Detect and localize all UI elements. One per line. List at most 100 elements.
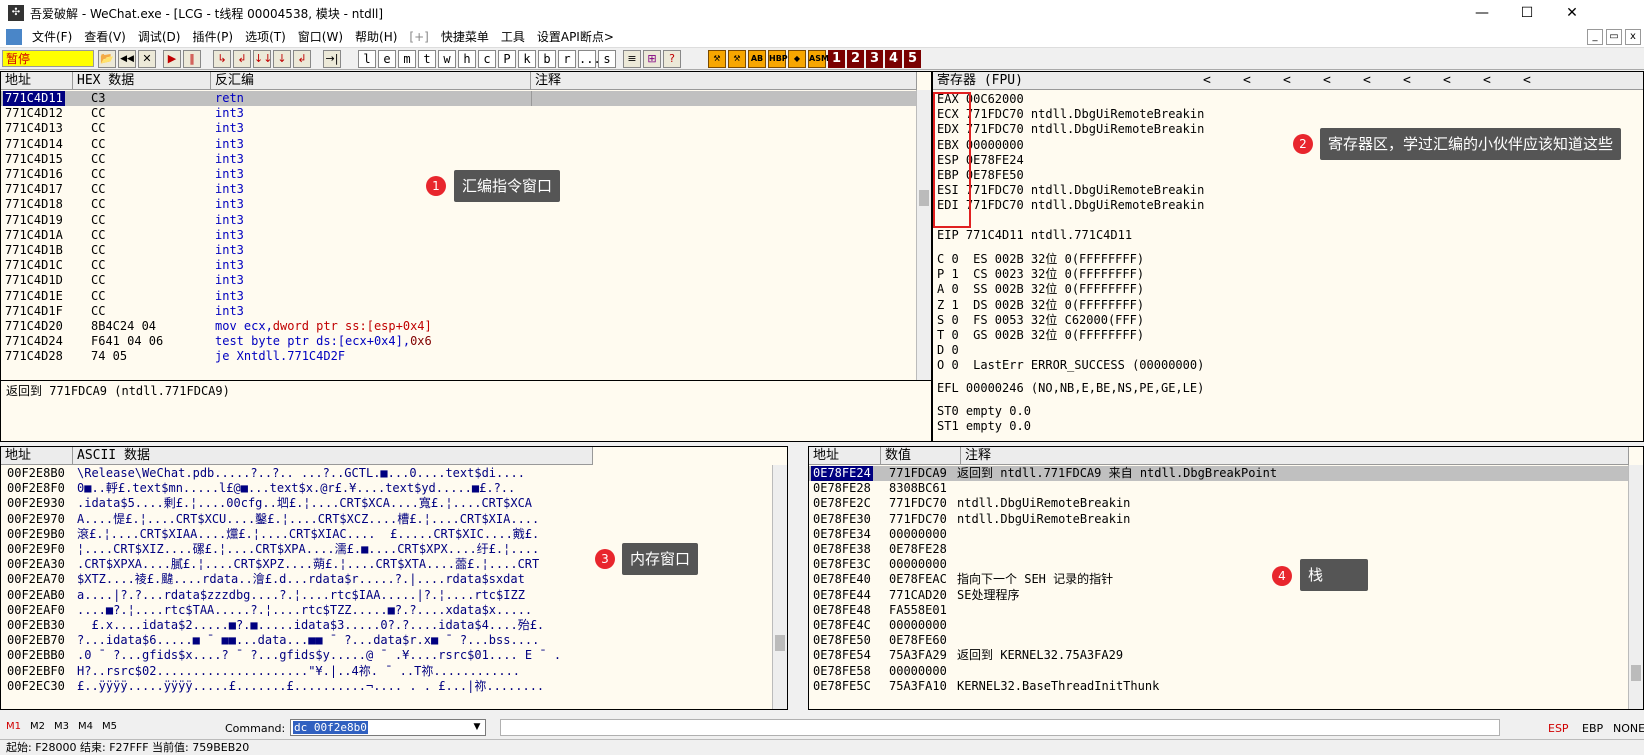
dump-row[interactable]: 00F2EAB0 a....|?.?...rdata$zzzdbg....?.¦.… xyxy=(1,588,775,603)
menu-tools[interactable]: 工具 xyxy=(495,28,531,45)
plugin-tool-icon-2[interactable]: ⚒ xyxy=(728,50,746,68)
dump-row[interactable]: 00F2EBB0 .0 ¯ ?...gfids$x....? ¯ ?...gfid… xyxy=(1,648,775,663)
options-list-icon[interactable]: ≡ xyxy=(623,50,641,68)
col-header-address[interactable]: 地址 xyxy=(1,72,73,90)
stack-row[interactable]: 0E78FE50 0E78FE60 xyxy=(809,633,1629,648)
register-row[interactable]: ESI 771FDC70 ntdll.DbgUiRemoteBreakin xyxy=(937,183,1637,198)
disasm-row[interactable]: 771C4D20 8B4C24 04 mov ecx,dword ptr ss:[e… xyxy=(1,319,917,334)
disassembly-pane[interactable]: 地址 HEX 数据 反汇编 注释 771C4D11 C3 retn 771C4D12 C… xyxy=(0,71,932,381)
dump-row[interactable]: 00F2E930 .idata$5....剰£.¦....00cfg..垇£.¦.… xyxy=(1,496,775,511)
modules-button[interactable]: e xyxy=(378,50,396,68)
dump-row[interactable]: 00F2E970 A....惿£.¦....CRT$XCU....鑿£.¦....… xyxy=(1,512,775,527)
disassembly-scroll-thumb[interactable] xyxy=(919,190,929,206)
stack-row[interactable]: 0E78FE2C 771FDC70 ntdll.DbgUiRemoteBreakin xyxy=(809,496,1629,511)
register-row[interactable]: ECX 771FDC70 ntdll.DbgUiRemoteBreakin xyxy=(937,107,1637,122)
register-row[interactable]: EDI 771FDC70 ntdll.DbgUiRemoteBreakin xyxy=(937,198,1637,213)
menu-debug[interactable]: 调试(D) xyxy=(132,28,187,45)
menu-plus[interactable]: [+] xyxy=(403,30,434,44)
help-icon[interactable]: ? xyxy=(663,50,681,68)
disasm-row[interactable]: 771C4D24 F641 04 06 test byte ptr ds:[ecx+… xyxy=(1,334,917,349)
disasm-row[interactable]: 771C4D1B CC int3 xyxy=(1,243,917,258)
stack-row[interactable]: 0E78FE54 75A3FA29 返回到 KERNEL32.75A3FA29 xyxy=(809,648,1629,663)
number-5-button[interactable]: 5 xyxy=(904,50,921,68)
marker-button[interactable]: M3 xyxy=(54,721,69,732)
step-over-icon[interactable]: ↲ xyxy=(233,50,251,68)
stack-scrollbar[interactable] xyxy=(1628,465,1643,709)
marker-button[interactable]: M2 xyxy=(30,721,45,732)
disasm-row[interactable]: 771C4D14 CC int3 xyxy=(1,137,917,152)
command-value[interactable]: dc 00f2e8b0 xyxy=(293,721,368,734)
dump-row[interactable]: 00F2E8B0 \Release\WeChat.pdb.....?..?.. .… xyxy=(1,466,775,481)
run-trace-button[interactable]: ... xyxy=(578,50,601,68)
stack-row[interactable]: 0E78FE4C 00000000 xyxy=(809,618,1629,633)
collapse-arrow-icon[interactable]: < xyxy=(1403,72,1411,89)
marker-button[interactable]: M1 xyxy=(6,721,21,732)
menu-quick[interactable]: 快捷菜单 xyxy=(435,28,495,45)
dump-row[interactable]: 00F2EBF0 H?..rsrc$02.....................… xyxy=(1,664,775,679)
breakpoints-button[interactable]: b xyxy=(538,50,556,68)
ebp-indicator[interactable]: EBP xyxy=(1582,722,1603,735)
menu-api-breakpoint[interactable]: 设置API断点> xyxy=(531,28,620,45)
collapse-arrow-icon[interactable]: < xyxy=(1203,72,1211,89)
dump-row[interactable]: 00F2EAF0 ....■?.¦....rtc$TAA.....?.¦....r… xyxy=(1,603,775,618)
pause-icon[interactable]: ‖ xyxy=(183,50,201,68)
close-process-icon[interactable]: ✕ xyxy=(138,50,156,68)
stack-row[interactable]: 0E78FE48 FA558E01 xyxy=(809,603,1629,618)
collapse-arrow-icon[interactable]: < xyxy=(1483,72,1491,89)
col-header-comment[interactable]: 注释 xyxy=(531,72,917,90)
collapse-arrow-icon[interactable]: < xyxy=(1283,72,1291,89)
stack-row[interactable]: 0E78FE40 0E78FEAC 指向下一个 SEH 记录的指针 xyxy=(809,572,1629,587)
memory-dump-pane[interactable]: 地址 ASCII 数据 00F2E8B0 \Release\WeChat.pdb.… xyxy=(0,446,788,710)
stack-row[interactable]: 0E78FE58 00000000 xyxy=(809,664,1629,679)
dump-scrollbar[interactable] xyxy=(772,465,787,709)
menu-window[interactable]: 窗口(W) xyxy=(292,28,349,45)
fpu-row[interactable]: ST1 empty 0.0 xyxy=(937,419,1637,434)
eip-line[interactable]: EIP 771C4D11 ntdll.771C4D11 xyxy=(937,228,1132,243)
menu-help[interactable]: 帮助(H) xyxy=(349,28,403,45)
menu-plugins[interactable]: 插件(P) xyxy=(186,28,239,45)
disasm-row[interactable]: 771C4D1D CC int3 xyxy=(1,273,917,288)
goto-icon[interactable]: →| xyxy=(323,50,341,68)
dump-row[interactable]: 00F2EB30 £.x....idata$2.....■?.■.....ida… xyxy=(1,618,775,633)
menu-view[interactable]: 查看(V) xyxy=(78,28,132,45)
dump-rows[interactable]: 00F2E8B0 \Release\WeChat.pdb.....?..?.. .… xyxy=(1,466,775,709)
col-header-hex[interactable]: HEX 数据 xyxy=(73,72,211,90)
flag-row[interactable]: Z 1 DS 002B 32位 0(FFFFFFFF) xyxy=(937,298,1637,313)
menu-file[interactable]: 文件(F) xyxy=(26,28,78,45)
disassembly-scrollbar[interactable] xyxy=(916,90,931,380)
collapse-arrow-icon[interactable]: < xyxy=(1323,72,1331,89)
cpu-button[interactable]: c xyxy=(478,50,496,68)
memory-map-button[interactable]: m xyxy=(398,50,416,68)
stack-col-header-value[interactable]: 数值 xyxy=(881,447,961,465)
collapse-arrow-icon[interactable]: < xyxy=(1523,72,1531,89)
open-icon[interactable]: 📂 xyxy=(98,50,116,68)
flag-row[interactable]: C 0 ES 002B 32位 0(FFFFFFFF) xyxy=(937,252,1637,267)
execute-till-return-icon[interactable]: ↲ xyxy=(293,50,311,68)
threads-button[interactable]: t xyxy=(418,50,436,68)
number-3-button[interactable]: 3 xyxy=(866,50,883,68)
stack-rows[interactable]: 0E78FE24 771FDCA9 返回到 ntdll.771FDCA9 来自 nt… xyxy=(809,466,1629,709)
esp-indicator[interactable]: ESP xyxy=(1548,722,1569,735)
handles-button[interactable]: h xyxy=(458,50,476,68)
mdi-minimize-button[interactable]: _ xyxy=(1587,29,1603,45)
stack-pane[interactable]: 地址 数值 注释 0E78FE24 771FDCA9 返回到 ntdll.771FD… xyxy=(808,446,1644,710)
flag-row[interactable]: S 0 FS 0053 32位 C62000(FFF) xyxy=(937,313,1637,328)
mdi-close-button[interactable]: x xyxy=(1625,29,1641,45)
run-icon[interactable]: ▶ xyxy=(163,50,181,68)
disasm-row[interactable]: 771C4D1F CC int3 xyxy=(1,304,917,319)
dump-col-header-ascii[interactable]: ASCII 数据 xyxy=(73,447,593,465)
disasm-row[interactable]: 771C4D28 74 05 je Xntdll.771C4D2F xyxy=(1,349,917,364)
windows-button[interactable]: w xyxy=(438,50,456,68)
diamond-icon[interactable]: ◆ xyxy=(788,50,806,68)
dump-scroll-thumb[interactable] xyxy=(775,635,785,651)
trace-into-icon[interactable]: ↓↓ xyxy=(253,50,272,68)
col-header-disasm[interactable]: 反汇编 xyxy=(211,72,531,90)
maximize-button[interactable]: ☐ xyxy=(1505,0,1549,26)
dump-row[interactable]: 00F2EB70 ?...idata$6.....■ ¯ ■■...data...… xyxy=(1,633,775,648)
flag-row[interactable]: O 0 LastErr ERROR_SUCCESS (00000000) xyxy=(937,358,1637,373)
disasm-row[interactable]: 771C4D12 CC int3 xyxy=(1,106,917,121)
disasm-row[interactable]: 771C4D1A CC int3 xyxy=(1,228,917,243)
disasm-row[interactable]: 771C4D11 C3 retn xyxy=(1,91,917,107)
source-button[interactable]: s xyxy=(598,50,616,68)
menu-options[interactable]: 选项(T) xyxy=(239,28,292,45)
